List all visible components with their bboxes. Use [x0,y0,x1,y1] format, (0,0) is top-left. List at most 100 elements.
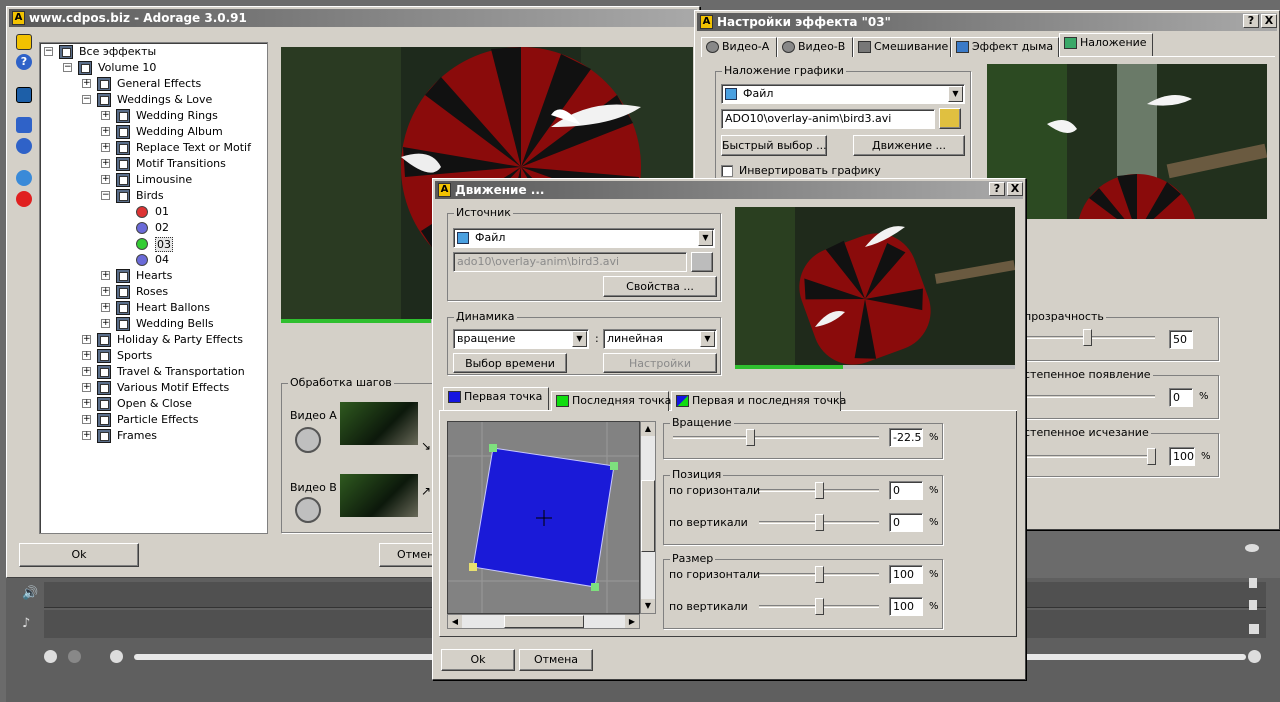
tab-last-point[interactable]: Последняя точка [551,391,671,411]
browse-folder-button[interactable] [939,108,961,129]
scroll-down-icon[interactable]: ▼ [641,599,655,613]
help-icon[interactable]: ? [16,54,32,70]
scroll-up-icon[interactable]: ▲ [641,422,655,436]
lock-icon[interactable] [1249,578,1257,588]
invert-graphics-checkbox[interactable] [721,165,733,177]
tab-first-point[interactable]: Первая точка [443,387,549,410]
fade-out-slider[interactable] [1025,455,1155,458]
zoom-out-icon[interactable] [68,650,81,663]
globe-icon[interactable] [16,170,32,186]
fade-in-input[interactable]: 0 [1169,388,1193,407]
tree-volume-label[interactable]: Volume 10 [98,60,156,76]
tree-item[interactable]: 04 [40,252,265,268]
tab-video-a[interactable]: Видео-A [701,37,777,57]
chevron-down-icon[interactable]: ▼ [700,331,715,347]
expand-toggle[interactable]: + [82,431,91,440]
scroll-thumb[interactable] [504,615,584,628]
chevron-down-icon[interactable]: ▼ [572,331,587,347]
tree-item[interactable]: − Birds [40,188,265,204]
transparency-thumb[interactable] [1083,329,1092,346]
collapse-toggle[interactable]: − [101,191,110,200]
fade-out-thumb[interactable] [1147,448,1156,465]
source-select[interactable]: Файл ▼ [453,228,715,248]
chevron-down-icon[interactable]: ▼ [698,230,713,246]
tree-item[interactable]: + Roses [40,284,265,300]
tree-item[interactable]: 02 [40,220,265,236]
tree-item[interactable]: − Weddings & Love [40,92,265,108]
close-button[interactable]: X [1261,14,1277,28]
chevron-down-icon[interactable]: ▼ [948,86,963,102]
position-h-thumb[interactable] [815,482,824,499]
tree-item[interactable]: 01 [40,204,265,220]
tree-item[interactable]: + Travel & Transportation [40,364,265,380]
tree-item[interactable]: + Holiday & Party Effects [40,332,265,348]
tree-item[interactable]: + Various Motif Effects [40,380,265,396]
expand-toggle[interactable]: + [82,415,91,424]
tree-item[interactable]: + General Effects [40,76,265,92]
speaker-icon[interactable]: 🔊 [22,586,38,601]
rotation-slider[interactable] [673,436,879,439]
tab-blending[interactable]: Смешивание [853,37,951,57]
expand-toggle[interactable]: + [82,367,91,376]
quick-select-button[interactable]: Быстрый выбор ... [721,135,827,156]
scroll-left-icon[interactable]: ◀ [448,615,462,628]
scroll-right-icon[interactable]: ▶ [625,615,639,628]
fade-in-slider[interactable] [1025,395,1155,398]
expand-toggle[interactable]: + [82,335,91,344]
position-v-thumb[interactable] [815,514,824,531]
expand-toggle[interactable]: + [101,111,110,120]
rotation-thumb[interactable] [746,429,756,446]
scroll-thumb[interactable] [641,480,655,552]
rotation-input[interactable]: -22.5 [889,428,923,447]
video-a-thumb[interactable] [340,402,418,445]
gear-icon[interactable] [16,138,32,154]
video-b-thumb[interactable] [340,474,418,517]
tree-item[interactable]: + Limousine [40,172,265,188]
expand-toggle[interactable]: + [101,159,110,168]
size-h-thumb[interactable] [815,566,824,583]
expand-toggle[interactable]: + [101,287,110,296]
effects-tree[interactable]: − Все эффекты − Volume 10 + General Effec… [39,42,268,534]
motion-button[interactable]: Движение ... [853,135,965,156]
music-icon[interactable]: ♪ [22,616,30,631]
time-select-button[interactable]: Выбор времени [453,353,567,373]
transform-canvas[interactable] [447,421,640,614]
tree-item[interactable]: + Frames [40,428,265,444]
expand-toggle[interactable]: + [82,383,91,392]
motion-ok-button[interactable]: Ok [441,649,515,671]
tree-item[interactable]: + Sports [40,348,265,364]
close-button[interactable]: X [1007,182,1023,196]
tree-item[interactable]: + Wedding Rings [40,108,265,124]
tree-item[interactable]: + Hearts [40,268,265,284]
tools-icon[interactable] [16,117,32,133]
tab-first-and-last-point[interactable]: Первая и последняя точка [671,391,846,411]
expand-toggle[interactable]: + [82,351,91,360]
zoom-in-icon[interactable] [44,650,57,663]
collapse-toggle[interactable]: − [82,95,91,104]
main-ok-button[interactable]: Ok [19,543,139,567]
tab-smoke-effect[interactable]: Эффект дыма [951,37,1059,57]
canvas-horizontal-scrollbar[interactable]: ◀ ▶ [447,614,640,629]
canvas-vertical-scrollbar[interactable]: ▲ ▼ [640,421,656,614]
tab-video-b[interactable]: Видео-B [777,37,853,57]
expand-toggle[interactable]: + [101,127,110,136]
expand-toggle[interactable]: + [101,319,110,328]
help-button[interactable]: ? [1243,14,1259,28]
tree-item[interactable]: + Replace Text or Motif [40,140,265,156]
help-button[interactable]: ? [989,182,1005,196]
position-v-input[interactable]: 0 [889,513,923,532]
root-collapse-toggle[interactable]: − [44,47,53,56]
tree-root-label[interactable]: Все эффекты [79,44,156,60]
tree-item[interactable]: + Wedding Album [40,124,265,140]
expand-toggle[interactable]: + [82,399,91,408]
tab-overlay[interactable]: Наложение [1059,33,1153,56]
expand-toggle[interactable]: + [101,303,110,312]
transparency-input[interactable]: 50 [1169,330,1193,349]
speaker-icon[interactable] [1249,624,1259,634]
tree-item[interactable]: 03 [40,236,265,252]
browse-folder-button[interactable] [691,252,713,272]
expand-toggle[interactable]: + [101,271,110,280]
motion-cancel-button[interactable]: Отмена [519,649,593,671]
tree-item[interactable]: + Motif Transitions [40,156,265,172]
overlay-source-select[interactable]: Файл ▼ [721,84,965,104]
